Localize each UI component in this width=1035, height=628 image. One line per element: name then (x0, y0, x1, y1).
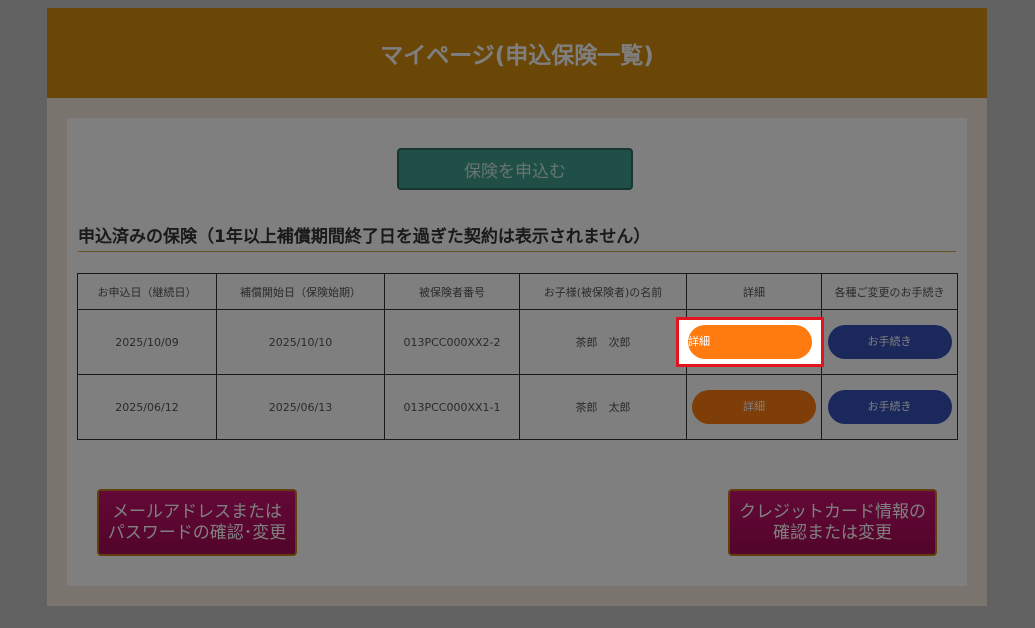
detail-button[interactable]: 詳細 (692, 390, 816, 424)
credit-card-line1: クレジットカード情報の (739, 501, 926, 522)
table-row: 2025/06/12 2025/06/13 013PCC000XX1-1 茶郎 … (77, 374, 958, 440)
section-title: 申込済みの保険（1年以上補償期間終了日を過ぎた契約は表示されません） (78, 222, 956, 252)
policy-table: お申込日（継続日） 補償開始日（保険始期） 被保険者番号 お子様(被保険者)の名… (77, 273, 958, 440)
procedure-button[interactable]: お手続き (827, 325, 952, 359)
col-header-insured-number: 被保険者番号 (384, 273, 520, 310)
credit-card-button[interactable]: クレジットカード情報の 確認または変更 (728, 489, 937, 556)
col-header-child-name: お子様(被保険者)の名前 (519, 273, 687, 310)
cell-insured-number: 013PCC000XX2-2 (384, 309, 520, 375)
cell-apply-date: 2025/06/12 (77, 374, 217, 440)
cell-insured-number: 013PCC000XX1-1 (384, 374, 520, 440)
account-settings-line2: パスワードの確認･変更 (107, 522, 287, 543)
table-header-row: お申込日（継続日） 補償開始日（保険始期） 被保険者番号 お子様(被保険者)の名… (77, 273, 958, 310)
page-header: マイページ(申込保険一覧) (47, 8, 987, 98)
account-settings-button[interactable]: メールアドレスまたは パスワードの確認･変更 (97, 489, 297, 556)
cell-apply-date: 2025/10/09 (77, 309, 217, 375)
col-header-apply-date: お申込日（継続日） (77, 273, 217, 310)
cell-procedure: お手続き (821, 309, 958, 375)
col-header-detail: 詳細 (686, 273, 822, 310)
col-header-start-date: 補償開始日（保険始期） (216, 273, 385, 310)
cell-procedure: お手続き (821, 374, 958, 440)
cell-start-date: 2025/06/13 (216, 374, 385, 440)
col-header-procedure: 各種ご変更のお手続き (821, 273, 958, 310)
cell-detail: 詳細 (686, 374, 822, 440)
highlight-frame (676, 317, 824, 367)
credit-card-line2: 確認または変更 (773, 522, 892, 543)
apply-insurance-button[interactable]: 保険を申込む (397, 148, 633, 190)
page-title: マイページ(申込保険一覧) (380, 43, 654, 69)
table-row: 2025/10/09 2025/10/10 013PCC000XX2-2 茶郎 … (77, 309, 958, 375)
cell-child-name: 茶郎 次郎 (519, 309, 687, 375)
cell-start-date: 2025/10/10 (216, 309, 385, 375)
procedure-button[interactable]: お手続き (827, 390, 952, 424)
cell-child-name: 茶郎 太郎 (519, 374, 687, 440)
account-settings-line1: メールアドレスまたは (112, 501, 282, 522)
